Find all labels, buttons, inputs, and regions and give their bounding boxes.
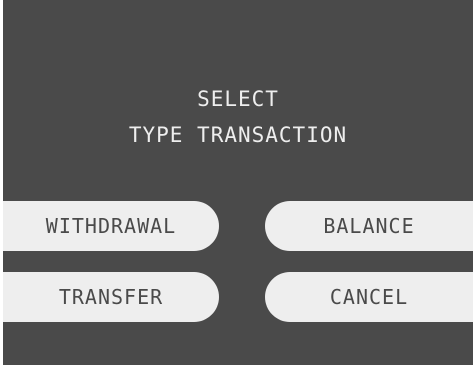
balance-label: BALANCE [323,214,415,238]
withdrawal-label: WITHDRAWAL [45,214,177,238]
prompt-subtitle: TYPE TRANSACTION [128,123,348,147]
balance-button[interactable]: BALANCE [265,201,473,251]
atm-screen: SELECT TYPE TRANSACTION WITHDRAWAL BALAN… [0,0,476,365]
transfer-button[interactable]: TRANSFER [3,272,219,322]
prompt-title: SELECT [197,87,279,111]
cancel-button[interactable]: CANCEL [265,272,473,322]
transfer-label: TRANSFER [58,285,164,309]
cancel-label: CANCEL [329,285,409,309]
withdrawal-button[interactable]: WITHDRAWAL [3,201,219,251]
